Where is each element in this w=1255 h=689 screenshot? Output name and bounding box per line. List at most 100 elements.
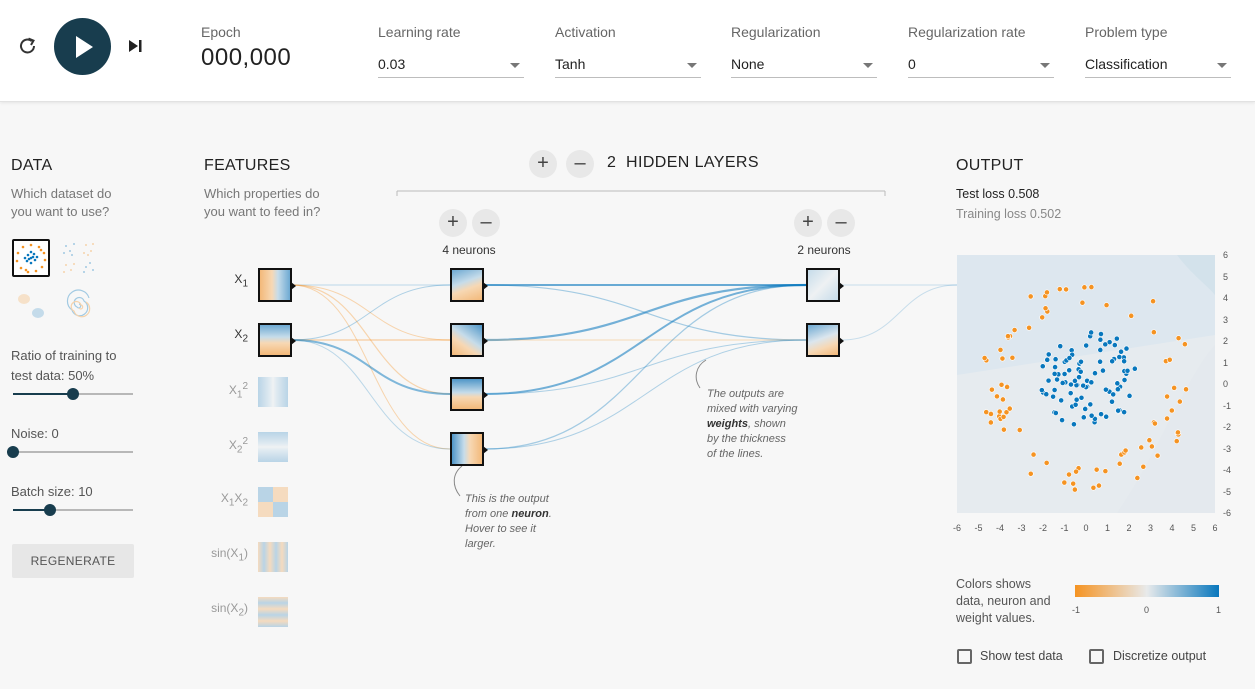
- data-point-positive: [1051, 387, 1058, 393]
- data-point-negative: [1004, 384, 1010, 390]
- x-tick-label: -6: [952, 523, 961, 533]
- data-point-negative: [1044, 289, 1050, 296]
- remove-neuron-layer2-button[interactable]: –: [827, 209, 855, 237]
- x-tick-label: 6: [1212, 523, 1218, 533]
- add-neuron-layer2-button[interactable]: +: [794, 209, 822, 237]
- data-point-negative: [1103, 302, 1110, 309]
- feature-sin-x2-label: sin(X2): [211, 601, 248, 619]
- data-point-positive: [1102, 341, 1109, 348]
- add-neuron-layer1-button[interactable]: +: [439, 209, 467, 237]
- add-layer-button[interactable]: +: [529, 150, 557, 178]
- data-point-negative: [996, 408, 1003, 415]
- hidden-neuron-2-1[interactable]: [806, 268, 844, 302]
- data-point-positive: [1051, 370, 1058, 377]
- data-point-negative: [1146, 437, 1153, 444]
- hidden-neuron-2-2[interactable]: [806, 323, 844, 357]
- data-point-positive: [1088, 329, 1095, 336]
- data-point-positive: [1054, 376, 1060, 383]
- color-scale-bar: [1075, 585, 1219, 597]
- y-tick-label: 0: [1223, 379, 1229, 389]
- data-point-positive: [1052, 356, 1059, 363]
- data-point-negative: [1011, 327, 1018, 333]
- arrow-icon: [483, 391, 488, 399]
- x-tick-label: 3: [1147, 523, 1153, 533]
- feature-x1-label: X1: [234, 272, 248, 290]
- data-point-negative: [1042, 305, 1049, 312]
- feature-sin-x1-label: sin(X1): [211, 546, 248, 564]
- data-point-positive: [1109, 398, 1115, 405]
- remove-layer-button[interactable]: –: [566, 150, 594, 178]
- data-point-negative: [1026, 324, 1032, 331]
- data-point-positive: [1067, 390, 1074, 397]
- data-point-negative: [1116, 460, 1123, 467]
- output-heatmap[interactable]: [957, 255, 1215, 513]
- output-title: OUTPUT: [956, 157, 1024, 174]
- feature-sin-x2-node[interactable]: [258, 597, 288, 627]
- feature-x2-node[interactable]: [258, 323, 296, 357]
- feature-x1-node[interactable]: [258, 268, 296, 302]
- data-point-positive: [1071, 421, 1077, 428]
- feature-x1x2-node[interactable]: [258, 487, 288, 517]
- y-tick-label: -3: [1223, 443, 1232, 454]
- discretize-output-checkbox[interactable]: [1089, 649, 1104, 664]
- feature-x1x2-label: X1X2: [220, 491, 248, 509]
- data-point-positive: [1057, 343, 1064, 350]
- data-point-negative: [1016, 427, 1023, 433]
- data-point-negative: [1164, 415, 1170, 422]
- hidden-layers-label: HIDDEN LAYERS: [626, 154, 759, 171]
- data-point-positive: [1072, 377, 1078, 384]
- data-point-positive: [1082, 406, 1089, 412]
- y-tick-label: 2: [1223, 336, 1229, 346]
- x-tick-label: 5: [1190, 523, 1196, 533]
- training-loss: Training loss 0.502: [956, 207, 1062, 221]
- data-point-positive: [1121, 377, 1128, 383]
- data-point-negative: [1134, 475, 1141, 481]
- data-point-positive: [1044, 356, 1051, 363]
- data-point-positive: [1073, 396, 1080, 403]
- data-point-positive: [1113, 335, 1120, 342]
- hidden-neuron-1-1[interactable]: [450, 268, 488, 302]
- y-tick-label: 1: [1223, 357, 1229, 368]
- data-point-negative: [1000, 414, 1007, 420]
- y-tick-label: -6: [1223, 508, 1232, 518]
- weights-hint-note: The outputs are mixed with varying weigh…: [707, 388, 798, 460]
- data-point-positive: [1114, 380, 1121, 387]
- feature-x2-squared-node[interactable]: [258, 432, 288, 462]
- data-point-negative: [1154, 452, 1161, 459]
- plus-icon: +: [537, 152, 549, 174]
- feature-x2-squared-label: X22: [228, 436, 248, 456]
- x-tick-label: -1: [1060, 523, 1069, 533]
- hidden-neuron-1-2[interactable]: [450, 323, 488, 357]
- data-point-positive: [1109, 358, 1116, 365]
- data-point-negative: [1173, 438, 1180, 445]
- feature-sin-x1-node[interactable]: [258, 542, 288, 572]
- y-tick-label: -2: [1223, 422, 1232, 432]
- data-point-positive: [1092, 370, 1098, 377]
- show-test-data-checkbox[interactable]: [957, 649, 972, 664]
- plus-icon: +: [447, 211, 459, 233]
- data-point-positive: [1080, 414, 1087, 421]
- feature-x1-squared-node[interactable]: [258, 377, 288, 407]
- data-point-positive: [1123, 345, 1130, 352]
- data-point-negative: [987, 419, 994, 426]
- data-point-positive: [1097, 358, 1103, 365]
- data-point-positive: [1115, 407, 1122, 414]
- data-point-negative: [1152, 420, 1158, 427]
- data-point-positive: [1072, 401, 1079, 408]
- data-point-positive: [1131, 365, 1138, 372]
- y-tick-label: -4: [1223, 465, 1232, 475]
- data-point-positive: [1045, 377, 1052, 384]
- data-point-negative: [1183, 386, 1189, 393]
- plus-icon: +: [802, 211, 814, 233]
- data-point-negative: [1096, 482, 1102, 489]
- hidden-neuron-1-4[interactable]: [450, 432, 488, 466]
- data-point-negative: [1079, 299, 1086, 306]
- feature-x1-squared-label: X12: [228, 381, 248, 401]
- data-point-positive: [1111, 342, 1118, 348]
- data-point-positive: [1052, 364, 1058, 370]
- hidden-neuron-1-3[interactable]: [450, 377, 488, 411]
- remove-neuron-layer1-button[interactable]: –: [472, 209, 500, 237]
- data-point-positive: [1058, 397, 1065, 404]
- color-legend-text: Colors shows data, neuron and weight val…: [956, 577, 1051, 625]
- x-tick-label: 4: [1169, 523, 1175, 533]
